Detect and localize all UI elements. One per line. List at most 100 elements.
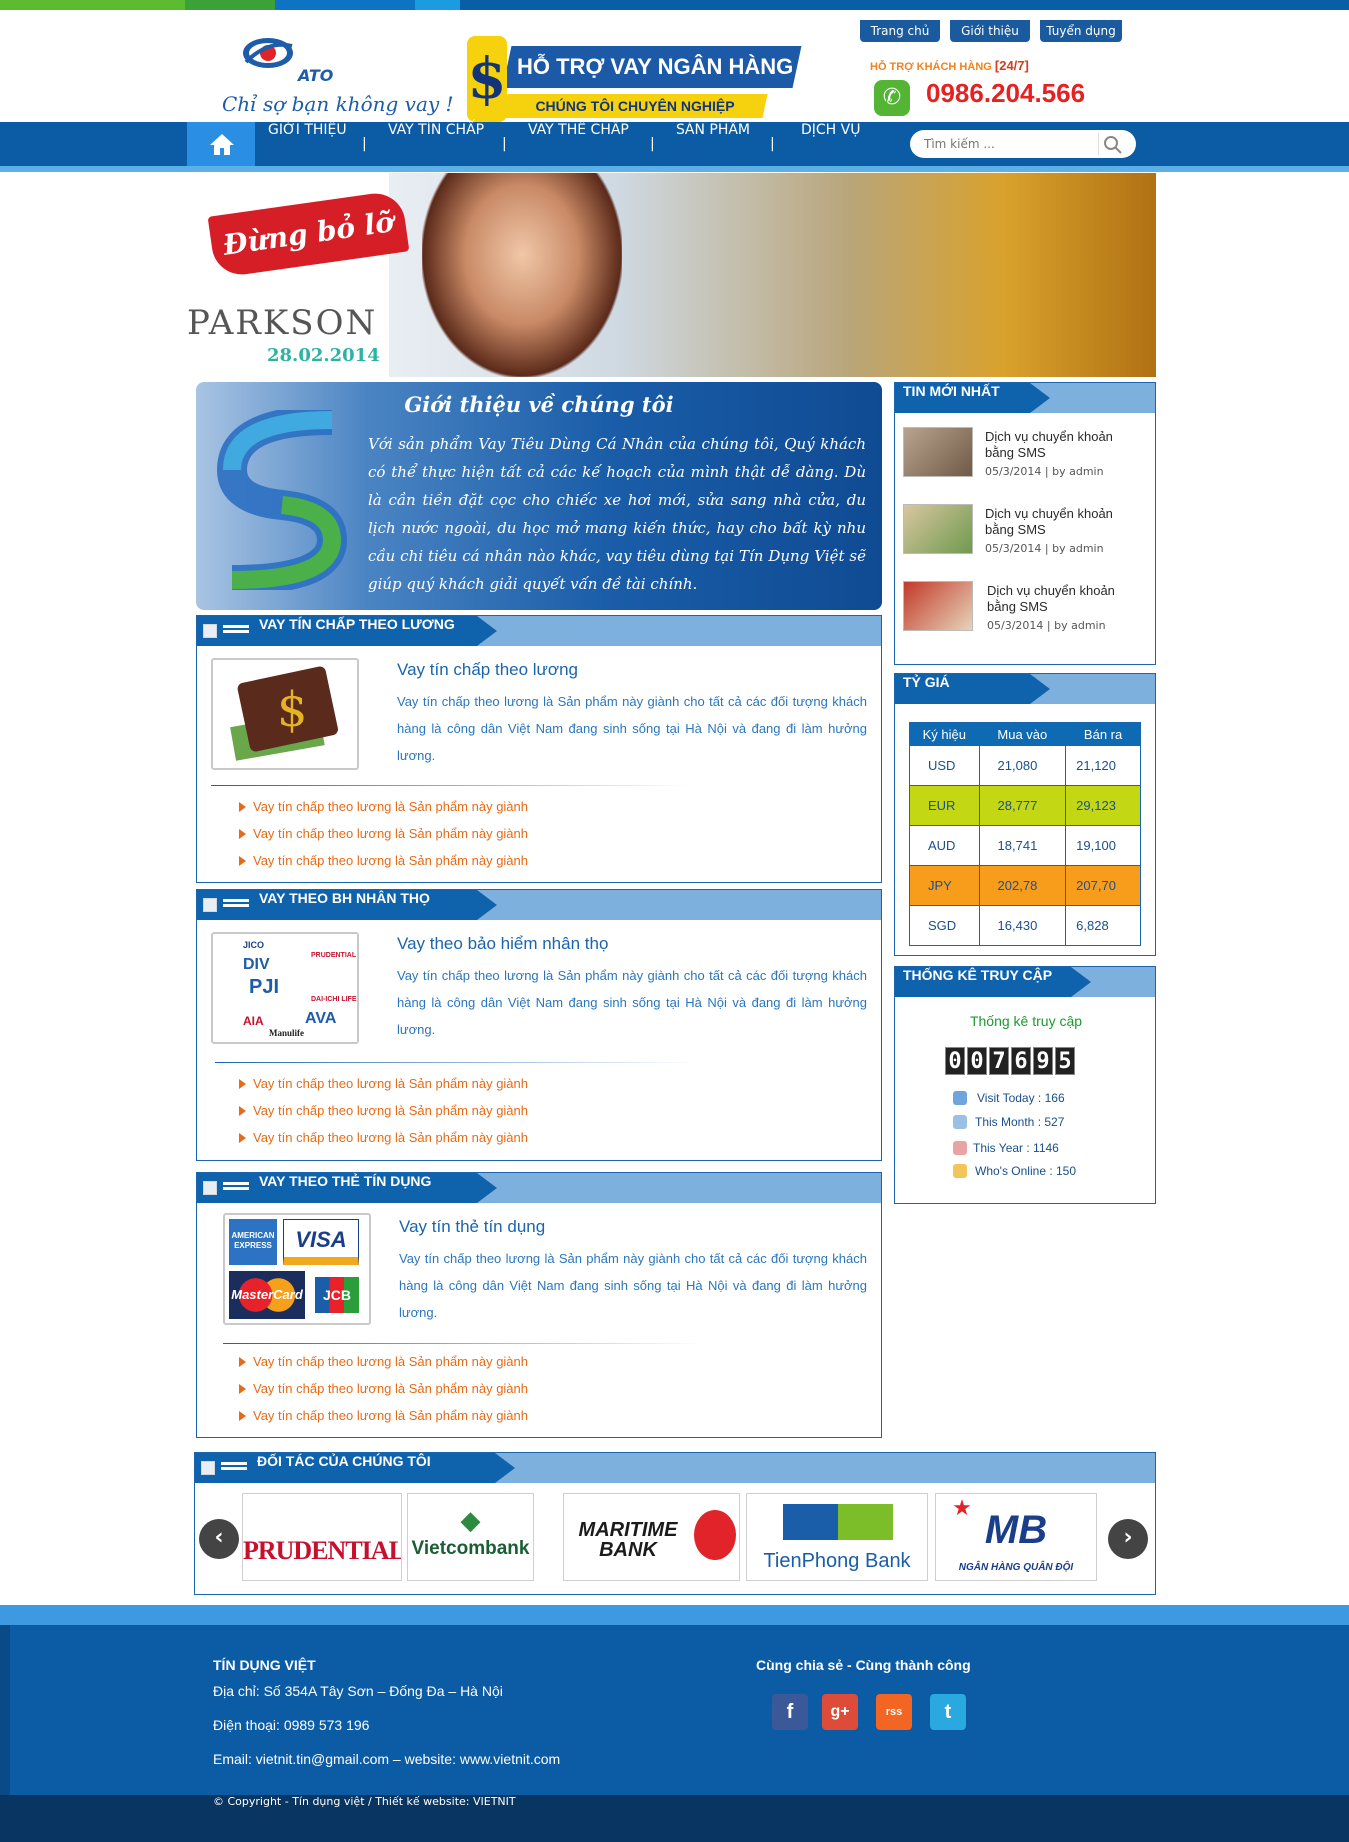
news-thumbnail bbox=[903, 581, 973, 631]
product-link[interactable]: Vay tín chấp theo lương là Sản phẩm này … bbox=[239, 793, 528, 820]
latest-news: TIN MỚI NHẤT Dịch vụ chuyển khoản bằng S… bbox=[894, 382, 1156, 665]
insurance-logos-image[interactable]: JICO DIV PRUDENTIAL PJI DAI-ICHI LIFE AI… bbox=[211, 932, 359, 1044]
insurance-logo: DAI-ICHI LIFE bbox=[311, 996, 357, 1003]
insurance-logo: PRUDENTIAL bbox=[311, 952, 357, 959]
nav-item-vay-the-chap[interactable]: VAY THẾ CHẤP bbox=[528, 122, 629, 166]
partner-logo-mb[interactable]: ★ MB NGÂN HÀNG QUÂN ĐỘI bbox=[935, 1493, 1097, 1581]
credit-cards-image[interactable]: AMERICAN EXPRESS VISA MasterCard JCB bbox=[223, 1213, 371, 1325]
section-title: VAY THEO BH NHÂN THỌ bbox=[259, 890, 430, 906]
partner-logo-maritime[interactable]: MARITIME BANK bbox=[563, 1493, 740, 1581]
twitter-icon[interactable]: t bbox=[930, 1694, 966, 1730]
toplink-careers[interactable]: Tuyển dụng bbox=[1040, 20, 1122, 42]
product-title[interactable]: Vay tín thẻ tín dụng bbox=[399, 1217, 545, 1237]
facebook-icon[interactable]: f bbox=[772, 1694, 808, 1730]
hotline-label-text: HỖ TRỢ KHÁCH HÀNG bbox=[870, 61, 992, 73]
hero-brand: PARKSON bbox=[187, 303, 378, 343]
mb-logo-mark: MB bbox=[984, 1508, 1048, 1552]
partner-logo-prudential[interactable]: PRUDENTIAL bbox=[242, 1493, 402, 1581]
amex-card-icon: AMERICAN EXPRESS bbox=[229, 1219, 277, 1265]
news-title[interactable]: Dịch vụ chuyển khoản bằng SMS bbox=[985, 506, 1145, 538]
hotline-number[interactable]: 0986.204.566 bbox=[926, 78, 1085, 109]
product-link[interactable]: Vay tín chấp theo lương là Sản phẩm này … bbox=[239, 1402, 528, 1429]
partner-name: MARITIME BANK bbox=[578, 1519, 678, 1561]
product-link[interactable]: Vay tín chấp theo lương là Sản phẩm này … bbox=[239, 1375, 528, 1402]
product-link[interactable]: Vay tín chấp theo lương là Sản phẩm này … bbox=[239, 847, 528, 874]
product-title[interactable]: Vay theo bảo hiểm nhân thọ bbox=[397, 934, 608, 954]
hero-banner[interactable]: Đừng bỏ lỡ PARKSON 28.02.2014 bbox=[187, 173, 1156, 377]
sidebar-title: TIN MỚI NHẤT bbox=[903, 383, 1000, 399]
news-meta: 05/3/2014 | by admin bbox=[985, 542, 1104, 555]
toplink-home[interactable]: Trang chủ bbox=[860, 20, 940, 42]
intro-title: Giới thiệu về chúng tôi bbox=[404, 392, 674, 417]
buy-rate: 28,777 bbox=[978, 785, 1067, 826]
news-item[interactable]: Dịch vụ chuyển khoản bằng SMS 05/3/2014 … bbox=[895, 571, 1155, 648]
rss-icon[interactable]: rss bbox=[876, 1694, 912, 1730]
nav-item-san-pham[interactable]: SẢN PHẨM bbox=[676, 122, 750, 166]
main-nav: GIỚI THIỆU | VAY TÍN CHẤP | VAY THẾ CHẤP… bbox=[0, 122, 1349, 172]
news-item[interactable]: Dịch vụ chuyển khoản bằng SMS 05/3/2014 … bbox=[895, 417, 1155, 494]
wallet-image[interactable]: $ bbox=[211, 658, 359, 770]
site-header: ATO Chỉ sợ bạn không vay ! HỖ TRỢ VAY NG… bbox=[0, 10, 1349, 122]
header-ad-banner[interactable]: HỖ TRỢ VAY NGÂN HÀNG CHÚNG TÔI CHUYÊN NG… bbox=[455, 28, 810, 126]
counter-digit: 9 bbox=[1033, 1047, 1053, 1075]
counter-digit: 0 bbox=[967, 1047, 987, 1075]
nav-underline bbox=[0, 166, 1349, 172]
product-link[interactable]: Vay tín chấp theo lương là Sản phẩm này … bbox=[239, 1070, 528, 1097]
news-title[interactable]: Dịch vụ chuyển khoản bằng SMS bbox=[985, 429, 1145, 461]
nav-separator: | bbox=[502, 136, 507, 152]
partner-name: Vietcombank bbox=[411, 1538, 530, 1559]
counter-digit: 0 bbox=[945, 1047, 965, 1075]
partner-name: PRUDENTIAL bbox=[243, 1536, 402, 1565]
google-plus-icon[interactable]: g+ bbox=[822, 1694, 858, 1730]
ad-title-strip: HỖ TRỢ VAY NGÂN HÀNG bbox=[502, 46, 802, 88]
partner-name: TienPhong Bank bbox=[763, 1550, 911, 1572]
rate-row: AUD 18,741 19,100 bbox=[909, 825, 1141, 866]
nav-item-vay-tin-chap[interactable]: VAY TÍN CHẤP bbox=[388, 122, 484, 166]
news-meta: 05/3/2014 | by admin bbox=[987, 619, 1106, 632]
footer-email[interactable]: Email: vietnit.tin@gmail.com – website: … bbox=[213, 1751, 560, 1767]
nav-home-button[interactable] bbox=[187, 122, 255, 166]
product-link[interactable]: Vay tín chấp theo lương là Sản phẩm này … bbox=[239, 820, 528, 847]
carousel-next-button[interactable]: › bbox=[1108, 1519, 1148, 1559]
rates-header-row: Ký hiệu Mua vào Bán ra bbox=[909, 722, 1141, 746]
menu-lines-icon bbox=[223, 625, 249, 637]
buy-rate: 18,741 bbox=[978, 825, 1067, 866]
menu-lines-icon bbox=[223, 1182, 249, 1194]
product-links: Vay tín chấp theo lương là Sản phẩm này … bbox=[239, 793, 528, 874]
footer-share-title: Cùng chia sẻ - Cùng thành công bbox=[756, 1657, 971, 1673]
nav-item-dich-vu[interactable]: DỊCH VỤ bbox=[801, 122, 861, 166]
buy-rate: 202,78 bbox=[978, 865, 1067, 906]
visitor-stats: THỐNG KÊ TRUY CẬP Thống kê truy cập 0076… bbox=[894, 966, 1156, 1204]
product-description: Vay tín chấp theo lương là Sản phẩm này … bbox=[399, 1251, 867, 1320]
ad-subtitle: CHÚNG TÔI CHUYÊN NGHIỆP bbox=[535, 98, 735, 114]
insurance-logo: Manulife bbox=[269, 1028, 304, 1038]
product-description: Vay tín chấp theo lương là Sản phẩm này … bbox=[397, 968, 867, 1037]
stat-who-online: Who's Online : 150 bbox=[975, 1164, 1077, 1178]
product-item: JICO DIV PRUDENTIAL PJI DAI-ICHI LIFE AI… bbox=[197, 920, 881, 1048]
partner-logo-tienphong[interactable]: TienPhong Bank bbox=[746, 1493, 928, 1581]
calendar-month-icon bbox=[953, 1115, 967, 1129]
partner-name: NGÂN HÀNG QUÂN ĐỘI bbox=[958, 1562, 1074, 1573]
stat-visit-today: Visit Today : 166 bbox=[977, 1091, 1065, 1105]
nav-item-gioi-thieu[interactable]: GIỚI THIỆU bbox=[268, 122, 347, 166]
sidebar-title: TỶ GIÁ bbox=[903, 674, 950, 690]
site-logo[interactable]: ATO Chỉ sợ bạn không vay ! bbox=[220, 28, 454, 118]
phone-icon: ✆ bbox=[874, 80, 910, 116]
carousel-prev-button[interactable]: ‹ bbox=[199, 1519, 239, 1559]
hero-date: 28.02.2014 bbox=[267, 345, 380, 366]
product-link[interactable]: Vay tín chấp theo lương là Sản phẩm này … bbox=[239, 1348, 528, 1375]
currency-code: AUD bbox=[909, 825, 980, 866]
rate-row: USD 21,080 21,120 bbox=[909, 745, 1141, 786]
news-title[interactable]: Dịch vụ chuyển khoản bằng SMS bbox=[987, 583, 1147, 615]
footer-phone: Điện thoại: 0989 573 196 bbox=[213, 1717, 370, 1733]
product-link[interactable]: Vay tín chấp theo lương là Sản phẩm này … bbox=[239, 1124, 528, 1151]
toplink-about[interactable]: Giới thiệu bbox=[950, 20, 1030, 42]
site-slogan: Chỉ sợ bạn không vay ! bbox=[222, 92, 454, 116]
news-item[interactable]: Dịch vụ chuyển khoản bằng SMS 05/3/2014 … bbox=[895, 494, 1155, 571]
product-title[interactable]: Vay tín chấp theo lương bbox=[397, 660, 578, 680]
product-link[interactable]: Vay tín chấp theo lương là Sản phẩm này … bbox=[239, 1097, 528, 1124]
search-button[interactable] bbox=[1098, 133, 1128, 155]
search-input[interactable] bbox=[924, 134, 1089, 154]
partner-logo-vietcombank[interactable]: ◆ Vietcombank bbox=[407, 1493, 534, 1581]
sell-rate: 19,100 bbox=[1065, 825, 1141, 866]
